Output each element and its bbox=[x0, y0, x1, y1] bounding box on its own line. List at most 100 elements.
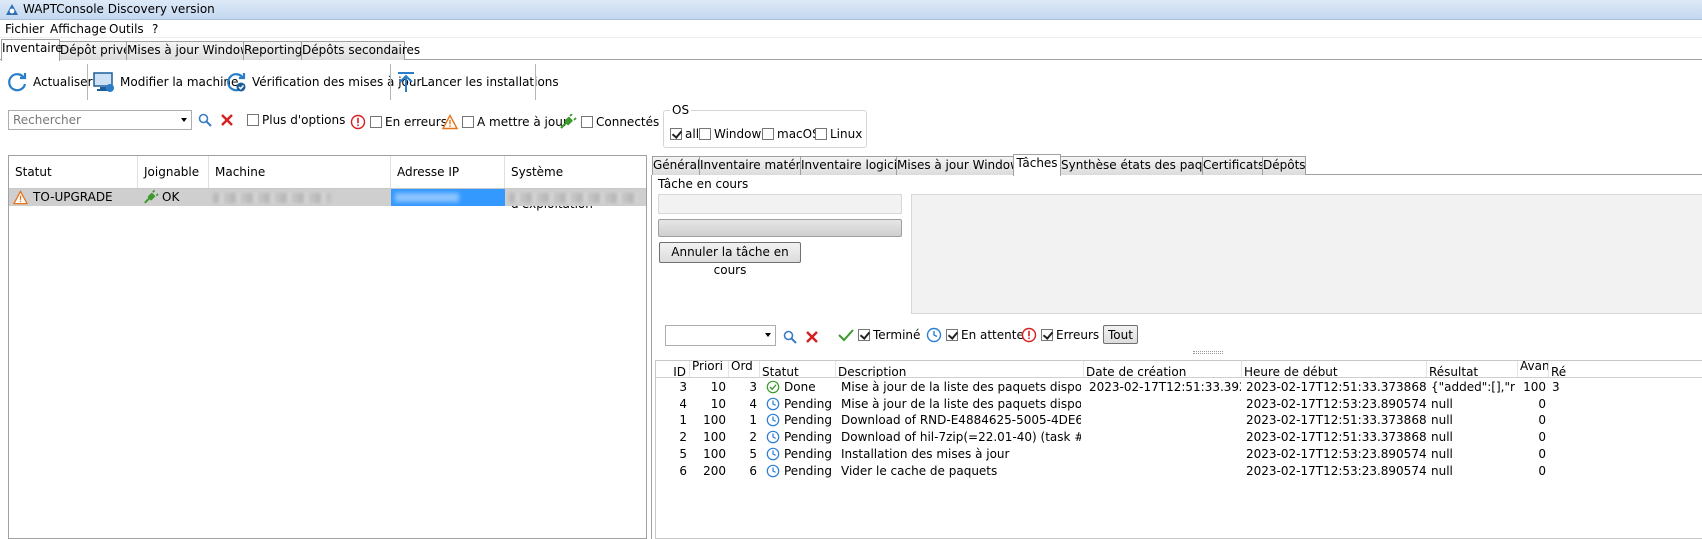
os-windows-checkbox[interactable] bbox=[699, 128, 711, 140]
os-macos-option[interactable]: macOS bbox=[762, 127, 820, 141]
cell-id: 4 bbox=[679, 396, 687, 411]
table-row[interactable]: 3 10 3 Done Mise à jour de la liste des paqu… bbox=[656, 379, 1702, 396]
column-header-machine[interactable]: Machine bbox=[209, 156, 391, 188]
column-header-re[interactable]: Ré bbox=[1549, 361, 1702, 377]
column-header-avancement[interactable]: Avan bbox=[1518, 361, 1549, 377]
pending-filter[interactable]: En attente bbox=[926, 327, 1024, 343]
done-filter[interactable]: Terminé bbox=[838, 328, 920, 342]
tab-general[interactable]: Général bbox=[652, 156, 700, 175]
cell-priority: 10 bbox=[710, 396, 726, 411]
task-filter-combo[interactable] bbox=[665, 325, 776, 346]
os-all-label: all bbox=[685, 127, 700, 141]
tab-mises-a-jour-windows[interactable]: Mises à jour Windows bbox=[126, 41, 256, 60]
table-row[interactable]: 1 100 1 Pending Download of RND-E4884625-500… bbox=[656, 412, 1702, 429]
pending-checkbox[interactable] bbox=[946, 329, 958, 341]
errors-checkbox[interactable] bbox=[370, 116, 382, 128]
tab-inventaire[interactable]: Inventaire bbox=[1, 39, 63, 61]
tab-taches[interactable]: Tâches bbox=[1013, 154, 1061, 176]
menu-help[interactable]: ? bbox=[152, 22, 158, 36]
column-header-statut[interactable]: Statut bbox=[9, 156, 138, 188]
errors-task-filter[interactable]: Erreurs bbox=[1021, 327, 1099, 343]
table-row[interactable]: 4 10 4 Pending Mise à jour de la liste des p… bbox=[656, 396, 1702, 413]
os-all-checkbox[interactable] bbox=[670, 128, 682, 140]
table-row[interactable]: 2 100 2 Pending Download of hil-7zip(=22.01-… bbox=[656, 429, 1702, 446]
menu-outils[interactable]: Outils bbox=[109, 22, 144, 36]
table-row[interactable]: 5 100 5 Pending Installation des mises à jou… bbox=[656, 446, 1702, 463]
search-combo[interactable]: Rechercher bbox=[8, 110, 192, 130]
column-header-heure-debut[interactable]: Heure de début bbox=[1242, 361, 1427, 377]
column-header-priorite[interactable]: Priori bbox=[690, 361, 729, 377]
tab-certificats[interactable]: Certificats bbox=[1202, 156, 1264, 175]
cell-result: null bbox=[1431, 463, 1453, 478]
all-button[interactable]: Tout bbox=[1103, 325, 1138, 344]
table-row[interactable]: 6 200 6 Pending Vider le cache de paquets 202… bbox=[656, 463, 1702, 480]
more-options-checkbox[interactable] bbox=[247, 114, 259, 126]
monitor-edit-icon bbox=[93, 72, 114, 92]
to-upgrade-filter[interactable]: A mettre à jour bbox=[442, 114, 568, 130]
window-title: WAPTConsole Discovery version bbox=[23, 2, 215, 16]
cell-description: Mise à jour de la liste des paquets disp… bbox=[841, 380, 1081, 394]
plug-icon bbox=[560, 114, 577, 129]
os-linux-checkbox[interactable] bbox=[815, 128, 827, 140]
column-header-adresse-ip[interactable]: Adresse IP bbox=[391, 156, 505, 188]
tab-inventaire-logiciel[interactable]: Inventaire logiciel bbox=[800, 156, 908, 175]
column-header-resultat[interactable]: Résultat bbox=[1427, 361, 1518, 377]
chevron-down-icon[interactable] bbox=[181, 118, 187, 122]
to-upgrade-checkbox[interactable] bbox=[462, 116, 474, 128]
menu-bar: Fichier Affichage Outils ? bbox=[0, 20, 1702, 38]
current-task-label: Tâche en cours bbox=[658, 177, 749, 191]
tab-reporting[interactable]: Reporting bbox=[243, 41, 302, 60]
column-header-joignable[interactable]: Joignable bbox=[138, 156, 209, 188]
cancel-task-button[interactable]: Annuler la tâche en cours bbox=[659, 242, 801, 277]
more-options-filter[interactable]: Plus d'options bbox=[247, 113, 345, 127]
tab-synthese-etats-paquets[interactable]: Synthèse états des paquets bbox=[1060, 156, 1228, 175]
errors-filter[interactable]: En erreurs bbox=[350, 114, 447, 130]
search-icon[interactable] bbox=[783, 330, 797, 344]
column-header-systeme[interactable]: Système d'exploitation bbox=[505, 156, 646, 211]
detail-tabs: Général Inventaire matériel Inventaire l… bbox=[652, 154, 1702, 176]
tab-depot-prive[interactable]: Dépôt privé bbox=[59, 41, 130, 60]
column-header-ordre[interactable]: Ord bbox=[729, 361, 760, 377]
edit-machine-button[interactable]: Modifier la machine bbox=[92, 66, 238, 98]
done-label: Terminé bbox=[873, 328, 921, 342]
clear-filter-icon[interactable] bbox=[805, 330, 819, 344]
connected-filter[interactable]: Connectés bbox=[559, 114, 659, 130]
cell-status: Pending bbox=[784, 413, 832, 428]
column-header-id[interactable]: ID bbox=[656, 361, 690, 377]
blurred-ip bbox=[395, 193, 459, 202]
menu-affichage[interactable]: Affichage bbox=[50, 22, 106, 36]
launch-installs-label: Lancer les installations bbox=[421, 75, 559, 89]
tab-mises-a-jour-windows-detail[interactable]: Mises à jour Windows bbox=[896, 156, 1026, 175]
tab-inventaire-materiel[interactable]: Inventaire matériel bbox=[699, 156, 815, 175]
os-windows-option[interactable]: Windows bbox=[699, 127, 768, 141]
column-header-date-creation[interactable]: Date de création bbox=[1084, 361, 1242, 377]
os-linux-option[interactable]: Linux bbox=[815, 127, 862, 141]
wapt-logo-icon bbox=[6, 4, 18, 15]
os-all-option[interactable]: all bbox=[670, 127, 699, 141]
check-updates-button[interactable]: Vérification des mises à jour bbox=[224, 66, 421, 98]
tasks-grid[interactable]: ID Priori Ord Statut Description Date de… bbox=[655, 360, 1702, 539]
cell-status: Pending bbox=[784, 446, 832, 461]
chevron-down-icon[interactable] bbox=[765, 333, 771, 337]
cell-start: 2023-02-17T12:51:33.373868 bbox=[1246, 430, 1426, 445]
cell-priority: 100 bbox=[703, 446, 726, 461]
tab-depots-secondaires[interactable]: Dépôts secondaires bbox=[301, 41, 420, 60]
errors-task-checkbox[interactable] bbox=[1041, 329, 1053, 341]
tab-depots[interactable]: Dépôts bbox=[1262, 156, 1306, 175]
column-header-statut[interactable]: Statut bbox=[760, 361, 836, 377]
search-icon[interactable] bbox=[198, 113, 212, 127]
os-macos-checkbox[interactable] bbox=[762, 128, 774, 140]
cell-start: 2023-02-17T12:51:33.373868 bbox=[1246, 380, 1426, 394]
table-row[interactable]: TO-UPGRADE OK bbox=[9, 189, 646, 206]
column-header-description[interactable]: Description bbox=[836, 361, 1084, 377]
hosts-grid[interactable]: Statut Joignable Machine Adresse IP Syst… bbox=[8, 155, 647, 539]
search-input[interactable]: Rechercher bbox=[13, 113, 81, 127]
menu-fichier[interactable]: Fichier bbox=[5, 22, 44, 36]
splitter-grip[interactable] bbox=[1193, 351, 1223, 354]
row-status: TO-UPGRADE bbox=[33, 190, 113, 204]
done-checkbox[interactable] bbox=[858, 329, 870, 341]
connected-checkbox[interactable] bbox=[581, 116, 593, 128]
refresh-button[interactable]: Actualiser bbox=[5, 66, 93, 98]
selected-cell[interactable] bbox=[391, 189, 505, 206]
clear-search-icon[interactable] bbox=[220, 113, 234, 127]
